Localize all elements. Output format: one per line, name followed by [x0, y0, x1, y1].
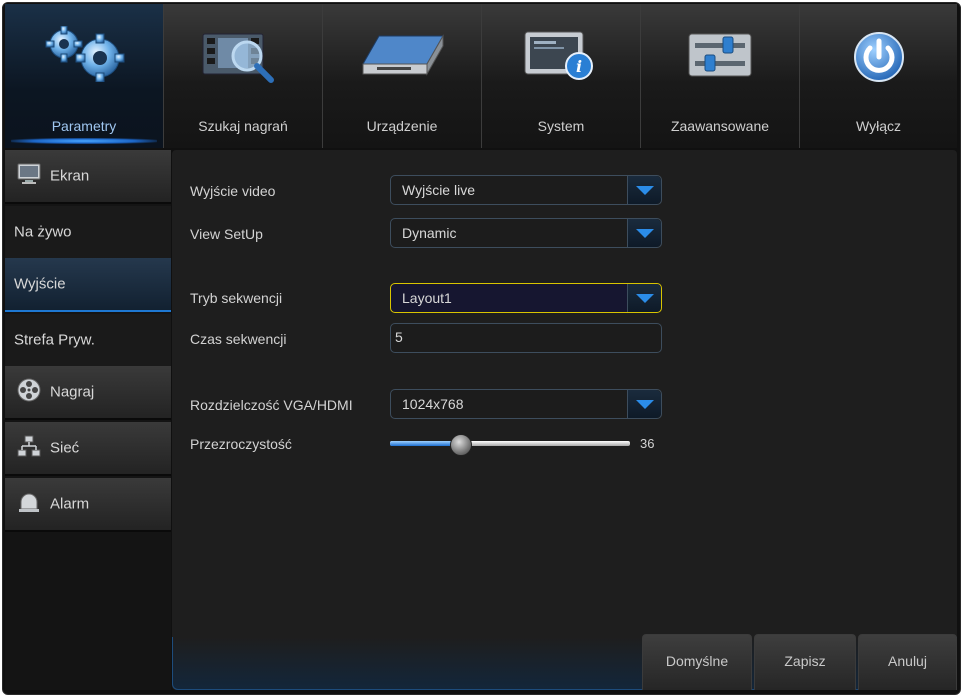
transparency-value: 36 — [640, 436, 655, 451]
nav-tab-label: Zaawansowane — [670, 118, 770, 134]
video-output-label: Wyjście video — [190, 183, 276, 199]
sidebar-item-strefa-pryw[interactable]: Strefa Pryw. — [5, 314, 171, 368]
active-tab-indicator — [11, 138, 157, 144]
monitor-icon — [17, 163, 41, 189]
svg-text:i: i — [576, 57, 582, 76]
film-search-icon — [201, 30, 285, 89]
nav-tab-urzadzenie[interactable]: Urządzenie — [323, 4, 482, 148]
resolution-label: Rozdzielczość VGA/HDMI — [190, 397, 353, 413]
top-navigation: Parametry Szukaj nagrań Urządzenie i Sys… — [5, 4, 957, 148]
sequence-time-label: Czas sekwencji — [190, 331, 287, 347]
sidebar-item-wyjscie[interactable]: Wyjście — [5, 258, 171, 312]
dropdown-button[interactable] — [627, 176, 661, 204]
select-value: 1024x768 — [402, 396, 464, 412]
select-value: Layout1 — [402, 290, 452, 306]
view-setup-select[interactable]: Dynamic — [390, 218, 662, 248]
system-info-icon: i — [521, 26, 601, 87]
nav-tab-label: Parametry — [51, 118, 117, 134]
gears-icon — [38, 25, 130, 87]
sidebar-item-label: Na żywo — [14, 223, 72, 241]
sidebar-item-alarm[interactable]: Alarm — [5, 478, 171, 532]
nav-tab-label: System — [537, 118, 585, 134]
nav-tab-szukaj-nagran[interactable]: Szukaj nagrań — [164, 4, 323, 148]
network-icon — [17, 434, 41, 462]
sidebar-item-nagraj[interactable]: Nagraj — [5, 366, 171, 420]
chevron-down-icon — [636, 294, 654, 303]
video-output-select[interactable]: Wyjście live — [390, 175, 662, 205]
save-button[interactable]: Zapisz — [754, 634, 856, 690]
nav-tab-label: Wyłącz — [856, 118, 901, 134]
sidebar-item-ekran[interactable]: Ekran — [5, 150, 171, 204]
settings-panel: Wyjście video Wyjście live View SetUp Dy… — [172, 150, 957, 690]
sidebar-item-label: Strefa Pryw. — [14, 331, 95, 349]
select-value: Dynamic — [402, 225, 457, 241]
dropdown-button[interactable] — [627, 284, 661, 312]
nav-tab-label: Urządzenie — [366, 118, 438, 134]
view-setup-label: View SetUp — [190, 226, 263, 242]
chevron-down-icon — [636, 229, 654, 238]
film-reel-icon — [17, 378, 41, 406]
alarm-icon — [17, 491, 41, 517]
dropdown-button[interactable] — [627, 219, 661, 247]
sidebar-item-label: Wyjście — [14, 275, 66, 293]
chevron-down-icon — [636, 400, 654, 409]
nav-tab-zaawansowane[interactable]: Zaawansowane — [641, 4, 800, 148]
sidebar-item-label: Sieć — [50, 439, 80, 457]
sidebar-item-label: Ekran — [50, 167, 90, 185]
cancel-button[interactable]: Anuluj — [858, 634, 957, 690]
sequence-mode-label: Tryb sekwencji — [190, 290, 283, 306]
sidebar-item-siec[interactable]: Sieć — [5, 422, 171, 476]
nav-tab-wylacz[interactable]: Wyłącz — [800, 4, 957, 148]
default-button[interactable]: Domyślne — [642, 634, 752, 690]
sidebar-item-label: Nagraj — [50, 383, 95, 401]
nav-tab-parametry[interactable]: Parametry — [5, 4, 164, 148]
sidebar-item-na-zywo[interactable]: Na żywo — [5, 206, 171, 260]
dropdown-button[interactable] — [627, 390, 661, 418]
sliders-icon — [685, 30, 755, 85]
chevron-down-icon — [636, 186, 654, 195]
power-icon — [852, 30, 906, 89]
sidebar: Ekran Na żywo Wyjście Strefa Pryw. Nagra… — [5, 150, 171, 690]
sidebar-item-label: Alarm — [50, 495, 90, 513]
resolution-select[interactable]: 1024x768 — [390, 389, 662, 419]
sequence-time-input[interactable]: 5 — [390, 323, 662, 353]
sequence-mode-select[interactable]: Layout1 — [390, 283, 662, 313]
transparency-slider[interactable] — [390, 434, 630, 456]
select-value: Wyjście live — [402, 182, 475, 198]
transparency-label: Przezroczystość — [190, 436, 292, 452]
hard-drive-icon — [357, 32, 447, 85]
nav-tab-label: Szukaj nagrań — [198, 118, 288, 134]
nav-tab-system[interactable]: i System — [482, 4, 641, 148]
slider-handle[interactable] — [450, 434, 472, 456]
